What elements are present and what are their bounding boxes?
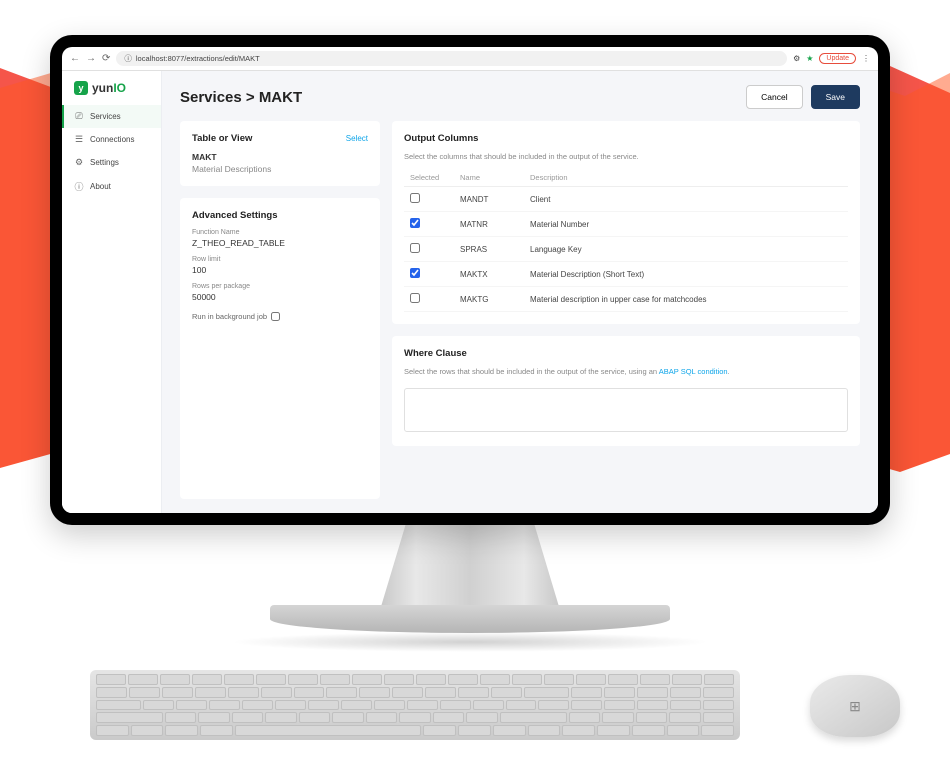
- run-background-row[interactable]: Run in background job: [192, 312, 368, 321]
- connections-icon: ☰: [74, 134, 84, 145]
- abap-sql-link[interactable]: ABAP SQL condition: [659, 367, 728, 376]
- card-title: Where Clause: [404, 348, 467, 359]
- column-checkbox[interactable]: [410, 293, 420, 303]
- column-checkbox[interactable]: [410, 243, 420, 253]
- star-icon[interactable]: ★: [806, 54, 813, 63]
- rowlimit-label: Row limit: [192, 256, 368, 263]
- output-columns-card: Output Columns Select the columns that s…: [392, 121, 860, 324]
- main-content: Services > MAKT Cancel Save Table or Vie…: [162, 71, 878, 513]
- card-subtitle: Select the rows that should be included …: [404, 367, 848, 376]
- sidebar-item-label: Settings: [90, 158, 119, 167]
- table-row: MATNRMaterial Number: [404, 212, 848, 237]
- breadcrumb: Services > MAKT: [180, 89, 302, 106]
- settings-icon: ⚙: [74, 157, 84, 168]
- th-selected: Selected: [404, 169, 454, 187]
- card-subtitle: Select the columns that should be includ…: [404, 152, 848, 161]
- menu-icon[interactable]: ⋮: [862, 54, 870, 63]
- sidebar-item-services[interactable]: ⎚ Services: [62, 105, 161, 128]
- sidebar-item-label: About: [90, 182, 111, 191]
- sidebar-item-settings[interactable]: ⚙ Settings: [62, 151, 161, 174]
- sidebar-item-label: Connections: [90, 135, 134, 144]
- column-checkbox[interactable]: [410, 218, 420, 228]
- advanced-settings-card: Advanced Settings Function Name Z_THEO_R…: [180, 198, 380, 499]
- table-desc: Material Descriptions: [192, 164, 368, 174]
- url-bar[interactable]: ⓘ localhost:8077/extractions/edit/MAKT: [116, 51, 787, 66]
- logo: y yunIO: [62, 71, 161, 105]
- monitor-shadow: [230, 632, 710, 652]
- sidebar-item-label: Services: [90, 112, 121, 121]
- page-header: Services > MAKT Cancel Save: [180, 85, 860, 109]
- function-label: Function Name: [192, 229, 368, 236]
- function-value: Z_THEO_READ_TABLE: [192, 238, 368, 248]
- services-icon: ⎚: [74, 111, 84, 122]
- run-background-label: Run in background job: [192, 312, 267, 321]
- logo-text-2: IO: [113, 81, 126, 95]
- update-button[interactable]: Update: [819, 53, 856, 64]
- rowlimit-value: 100: [192, 265, 368, 275]
- card-title: Table or View: [192, 133, 252, 144]
- where-clause-input[interactable]: [404, 388, 848, 432]
- table-name: MAKT: [192, 152, 368, 162]
- sidebar: y yunIO ⎚ Services ☰ Connections ⚙ Setti…: [62, 71, 162, 513]
- column-name: MATNR: [454, 212, 524, 237]
- reload-icon[interactable]: ⟳: [102, 53, 110, 64]
- logo-icon: y: [74, 81, 88, 95]
- logo-text-1: yun: [92, 81, 113, 95]
- rpp-value: 50000: [192, 292, 368, 302]
- app-root: y yunIO ⎚ Services ☰ Connections ⚙ Setti…: [62, 71, 878, 513]
- card-title: Advanced Settings: [192, 210, 278, 221]
- column-name: SPRAS: [454, 237, 524, 262]
- table-row: MAKTXMaterial Description (Short Text): [404, 262, 848, 287]
- columns-table: Selected Name Description MANDTClientMAT…: [404, 169, 848, 312]
- column-desc: Material Number: [524, 212, 848, 237]
- column-desc: Material description in upper case for m…: [524, 287, 848, 312]
- table-row: SPRASLanguage Key: [404, 237, 848, 262]
- mouse: [810, 675, 900, 737]
- monitor-stand-neck: [380, 520, 560, 610]
- forward-icon[interactable]: →: [86, 53, 96, 64]
- url-text: localhost:8077/extractions/edit/MAKT: [136, 54, 260, 63]
- sidebar-item-connections[interactable]: ☰ Connections: [62, 128, 161, 151]
- th-desc: Description: [524, 169, 848, 187]
- monitor-stand-base: [270, 605, 670, 633]
- column-desc: Language Key: [524, 237, 848, 262]
- where-clause-card: Where Clause Select the rows that should…: [392, 336, 860, 446]
- column-checkbox[interactable]: [410, 193, 420, 203]
- sidebar-item-about[interactable]: ⓘ About: [62, 174, 161, 199]
- rpp-label: Rows per package: [192, 283, 368, 290]
- column-name: MAKTG: [454, 287, 524, 312]
- column-name: MANDT: [454, 187, 524, 212]
- cancel-button[interactable]: Cancel: [746, 85, 802, 109]
- browser-toolbar: ← → ⟳ ⓘ localhost:8077/extractions/edit/…: [62, 47, 878, 71]
- th-name: Name: [454, 169, 524, 187]
- table-row: MAKTGMaterial description in upper case …: [404, 287, 848, 312]
- column-name: MAKTX: [454, 262, 524, 287]
- run-background-checkbox[interactable]: [271, 312, 280, 321]
- monitor-frame: ← → ⟳ ⓘ localhost:8077/extractions/edit/…: [50, 35, 890, 525]
- save-button[interactable]: Save: [811, 85, 860, 109]
- back-icon[interactable]: ←: [70, 53, 80, 64]
- column-desc: Material Description (Short Text): [524, 262, 848, 287]
- info-icon: ⓘ: [124, 53, 132, 64]
- card-title: Output Columns: [404, 133, 478, 144]
- about-icon: ⓘ: [74, 180, 84, 193]
- settings-icon[interactable]: ⚙: [793, 54, 800, 63]
- column-desc: Client: [524, 187, 848, 212]
- table-view-card: Table or View Select MAKT Material Descr…: [180, 121, 380, 186]
- select-link[interactable]: Select: [346, 134, 368, 143]
- keyboard: [90, 670, 740, 740]
- screen: ← → ⟳ ⓘ localhost:8077/extractions/edit/…: [62, 47, 878, 513]
- column-checkbox[interactable]: [410, 268, 420, 278]
- table-row: MANDTClient: [404, 187, 848, 212]
